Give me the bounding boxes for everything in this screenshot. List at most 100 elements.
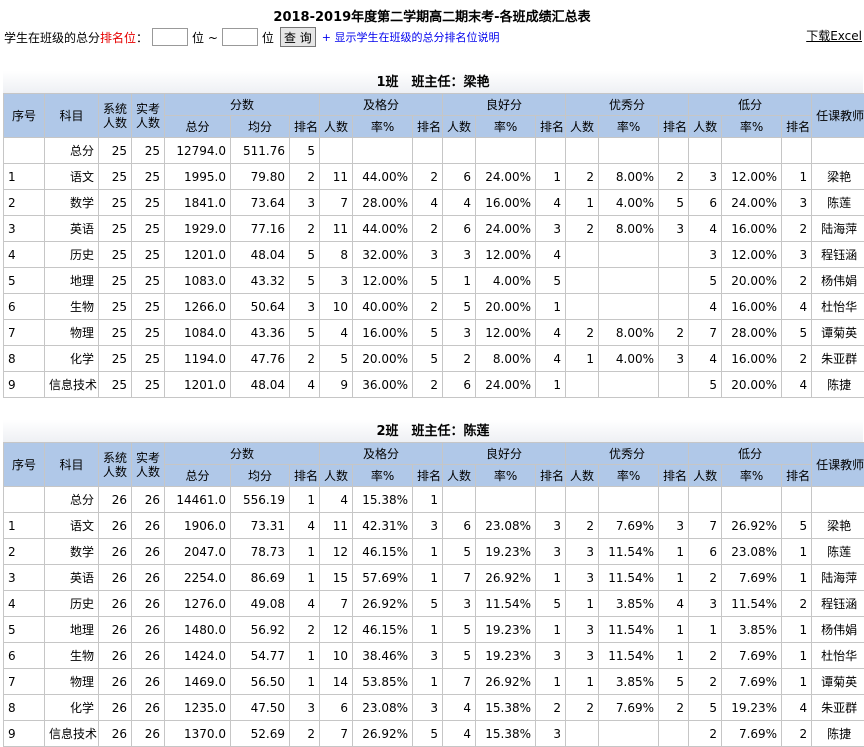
cell-exc-n: 2 bbox=[565, 512, 600, 539]
cell-exc-rank bbox=[658, 486, 690, 513]
cell-good-rate: 26.92% bbox=[475, 668, 537, 695]
cell-avg: 78.73 bbox=[230, 538, 290, 565]
cell-pass-rank: 5 bbox=[412, 720, 444, 747]
cell-teacher: 陈莲 bbox=[811, 538, 864, 565]
cell-pass-rank: 3 bbox=[412, 642, 444, 669]
cell-good-rank bbox=[535, 486, 567, 513]
cell-sys: 26 bbox=[98, 668, 132, 695]
rank-help-link[interactable]: + 显示学生在班级的总分排名位说明 bbox=[322, 29, 500, 45]
cell-low-n: 3 bbox=[688, 241, 723, 268]
cell-avg: 56.92 bbox=[230, 616, 290, 643]
cell-subject: 地理 bbox=[44, 267, 99, 294]
cell-act: 25 bbox=[131, 319, 165, 346]
cell-low-rate: 28.00% bbox=[721, 319, 783, 346]
cell-avg: 48.04 bbox=[230, 371, 290, 398]
cell-sys: 25 bbox=[98, 293, 132, 320]
col-subject: 科目 bbox=[44, 93, 99, 138]
cell-total: 1469.0 bbox=[164, 668, 231, 695]
cell-subject: 生物 bbox=[44, 642, 99, 669]
table-row: 9 信息技术 25 25 1201.0 48.04 4 9 36.00% 2 6 24.00% 1 5 20… bbox=[3, 371, 864, 398]
col-act-count: 实考 人数 bbox=[131, 442, 165, 487]
cell-good-rank: 4 bbox=[535, 319, 567, 346]
cell-pass-rank: 1 bbox=[412, 616, 444, 643]
cell-pass-n bbox=[319, 137, 354, 164]
cell-act: 25 bbox=[131, 345, 165, 372]
col-seq: 序号 bbox=[3, 93, 45, 138]
cell-pass-rate: 42.31% bbox=[352, 512, 414, 539]
table-row: 1 语文 26 26 1906.0 73.31 4 11 42.31% 3 6 23.08% 3 2 7.6… bbox=[3, 512, 864, 539]
col-sys-count: 系统 人数 bbox=[98, 442, 132, 487]
class-title: 2班 班主任：陈莲 bbox=[3, 420, 863, 442]
cell-exc-rate: 4.00% bbox=[598, 345, 660, 372]
cell-exc-rank bbox=[658, 137, 690, 164]
cell-good-rate: 23.08% bbox=[475, 512, 537, 539]
cell-low-rate: 16.00% bbox=[721, 293, 783, 320]
cell-exc-n: 3 bbox=[565, 538, 600, 565]
cell-teacher: 朱亚群 bbox=[811, 345, 864, 372]
score-table: 序号 科目 系统 人数 实考 人数 分数 及格分 良好分 优秀分 低分 任课教师 总分 均分 排名 人数 率% 排… bbox=[3, 93, 864, 398]
cell-pass-n: 9 bbox=[319, 371, 354, 398]
cell-pass-rank: 2 bbox=[412, 371, 444, 398]
cell-seq: 3 bbox=[3, 215, 45, 242]
cell-good-n: 4 bbox=[442, 720, 477, 747]
cell-low-n: 2 bbox=[688, 668, 723, 695]
cell-good-rank: 5 bbox=[535, 590, 567, 617]
cell-good-rate: 15.38% bbox=[475, 694, 537, 721]
cell-good-rate: 24.00% bbox=[475, 215, 537, 242]
cell-low-rate: 20.00% bbox=[721, 267, 783, 294]
cell-pass-rate bbox=[352, 137, 414, 164]
cell-pass-rank: 5 bbox=[412, 590, 444, 617]
cell-exc-rate: 8.00% bbox=[598, 163, 660, 190]
class-title: 1班 班主任：梁艳 bbox=[3, 71, 863, 93]
cell-low-rate: 11.54% bbox=[721, 590, 783, 617]
cell-good-n: 2 bbox=[442, 345, 477, 372]
cell-good-n: 6 bbox=[442, 163, 477, 190]
cell-seq: 6 bbox=[3, 642, 45, 669]
query-button[interactable]: 查 询 bbox=[279, 27, 316, 47]
cell-pass-rate: 40.00% bbox=[352, 293, 414, 320]
cell-good-rank: 4 bbox=[535, 189, 567, 216]
cell-low-rank bbox=[781, 486, 813, 513]
cell-pass-rank: 3 bbox=[412, 512, 444, 539]
rank-filter: 学生在班级的总分排名位： 位 ~ 位 查 询 + 显示学生在班级的总分排名位说明 bbox=[4, 26, 499, 48]
cell-avg: 511.76 bbox=[230, 137, 290, 164]
cell-low-n: 2 bbox=[688, 720, 723, 747]
cell-good-n: 1 bbox=[442, 267, 477, 294]
cell-low-rank: 5 bbox=[781, 512, 813, 539]
col-excellent: 优秀分 bbox=[565, 93, 690, 116]
cell-subject: 英语 bbox=[44, 564, 99, 591]
col-low: 低分 bbox=[688, 93, 813, 116]
cell-act: 26 bbox=[131, 668, 165, 695]
cell-act: 25 bbox=[131, 215, 165, 242]
cell-pass-rate: 26.92% bbox=[352, 590, 414, 617]
col-teacher: 任课教师 bbox=[811, 93, 864, 138]
cell-low-rank: 2 bbox=[781, 590, 813, 617]
cell-teacher: 杜怡华 bbox=[811, 293, 864, 320]
table-row: 6 生物 25 25 1266.0 50.64 3 10 40.00% 2 5 20.00% 1 4 16.… bbox=[3, 293, 864, 320]
cell-subject: 语文 bbox=[44, 163, 99, 190]
cell-low-n: 4 bbox=[688, 345, 723, 372]
cell-exc-rank: 3 bbox=[658, 512, 690, 539]
cell-pass-rank: 2 bbox=[412, 293, 444, 320]
cell-rank: 5 bbox=[288, 267, 321, 294]
cell-low-rank: 3 bbox=[781, 241, 813, 268]
cell-avg: 79.80 bbox=[230, 163, 290, 190]
cell-low-rank: 2 bbox=[781, 345, 813, 372]
cell-avg: 77.16 bbox=[230, 215, 290, 242]
download-excel-link[interactable]: 下载Excel bbox=[806, 27, 862, 44]
cell-avg: 86.69 bbox=[230, 564, 290, 591]
col-good: 良好分 bbox=[442, 442, 567, 465]
cell-subject: 物理 bbox=[44, 319, 99, 346]
cell-low-rank: 1 bbox=[781, 538, 813, 565]
cell-sys: 25 bbox=[98, 163, 132, 190]
rank-from-input[interactable] bbox=[152, 28, 189, 46]
cell-rank: 3 bbox=[288, 189, 321, 216]
table-row: 4 历史 25 25 1201.0 48.04 5 8 32.00% 3 3 12.00% 4 3 12.0… bbox=[3, 241, 864, 268]
cell-good-rate: 20.00% bbox=[475, 293, 537, 320]
rank-to-input[interactable] bbox=[221, 28, 258, 46]
cell-teacher bbox=[811, 137, 864, 164]
cell-good-rate: 26.92% bbox=[475, 564, 537, 591]
cell-exc-n bbox=[565, 267, 600, 294]
cell-low-rate: 7.69% bbox=[721, 642, 783, 669]
cell-sys: 26 bbox=[98, 694, 132, 721]
